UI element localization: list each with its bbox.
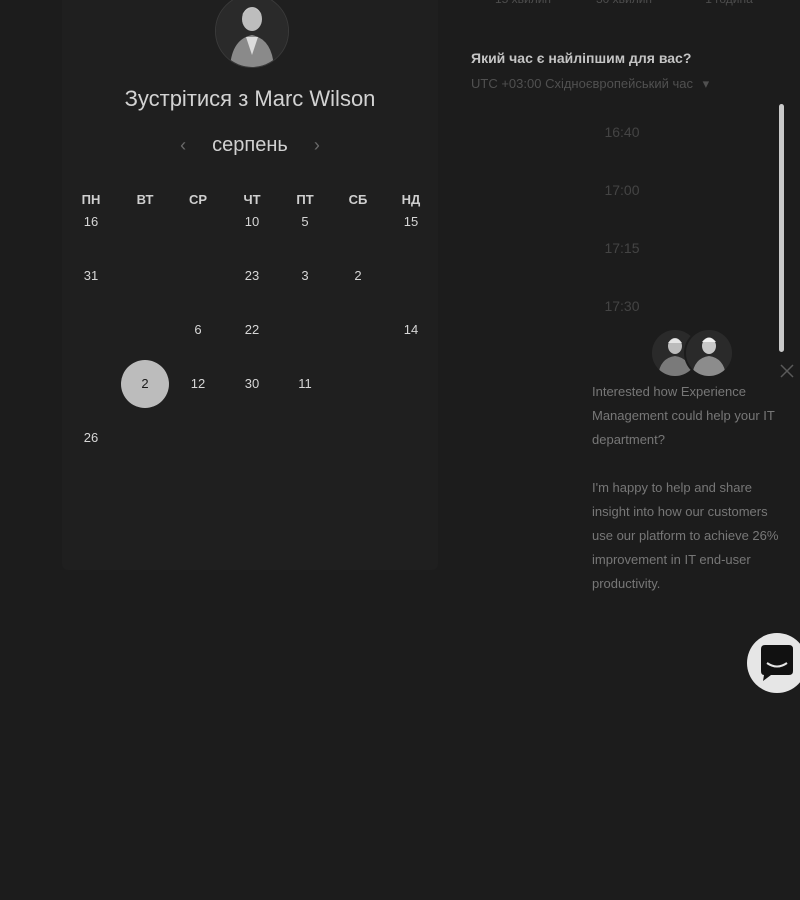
calendar-day[interactable]: 30 — [232, 374, 272, 394]
calendar-day — [125, 320, 165, 340]
calendar-day — [338, 428, 378, 448]
calendar-day[interactable]: 16 — [71, 212, 111, 232]
chat-launcher-button[interactable] — [747, 633, 800, 693]
calendar-day — [125, 212, 165, 232]
weekday-label: НД — [401, 192, 421, 207]
calendar-day — [178, 428, 218, 448]
calendar-day[interactable]: 5 — [285, 212, 325, 232]
calendar-day — [285, 320, 325, 340]
calendar-day — [178, 212, 218, 232]
time-slot[interactable]: 17:15 — [562, 240, 682, 256]
duration-tab[interactable]: 30 хвилин — [584, 0, 664, 6]
calendar-day — [338, 212, 378, 232]
slot-scrollbar[interactable] — [779, 104, 784, 352]
month-label: серпень — [212, 133, 288, 156]
time-slot[interactable]: 17:30 — [562, 298, 682, 314]
time-slot[interactable]: 16:40 — [562, 124, 682, 140]
calendar-day — [338, 374, 378, 394]
calendar-day — [232, 428, 272, 448]
agent-avatars — [650, 328, 740, 378]
calendar-day[interactable]: 11 — [285, 374, 325, 394]
calendar-day[interactable]: 10 — [232, 212, 272, 232]
calendar-day[interactable]: 22 — [232, 320, 272, 340]
weekday-label: СР — [188, 192, 208, 207]
calendar-day — [178, 266, 218, 286]
agent-avatar — [684, 328, 734, 378]
calendar-day[interactable]: 6 — [178, 320, 218, 340]
calendar-day[interactable]: 23 — [232, 266, 272, 286]
duration-tab[interactable]: 15 хвилин — [483, 0, 563, 6]
timezone-selector[interactable]: UTC +03:00 Східноєвропейський час ▾ — [471, 76, 709, 92]
calendar-day[interactable]: 12 — [178, 374, 218, 394]
selected-day[interactable]: 2 — [121, 360, 169, 408]
calendar-day[interactable]: 15 — [391, 212, 431, 232]
calendar-day — [391, 266, 431, 286]
time-slot[interactable]: 17:00 — [562, 182, 682, 198]
weekday-label: СБ — [348, 192, 368, 207]
calendar-day — [391, 428, 431, 448]
chevron-down-icon: ▾ — [702, 76, 710, 91]
close-icon[interactable] — [778, 362, 796, 380]
calendar-day[interactable]: 31 — [71, 266, 111, 286]
weekday-label: ЧТ — [243, 192, 261, 207]
chat-paragraph: Interested how Experience Management cou… — [592, 384, 775, 447]
chat-paragraph: I'm happy to help and share insight into… — [592, 480, 779, 591]
calendar-day — [338, 320, 378, 340]
calendar-day[interactable]: 2 — [338, 266, 378, 286]
calendar-day — [71, 374, 111, 394]
weekday-label: ПН — [81, 192, 101, 207]
meeting-title: Зустрітися з Marc Wilson — [124, 86, 376, 111]
chat-bubble-icon — [761, 645, 793, 681]
calendar-day[interactable]: 26 — [71, 428, 111, 448]
calendar-day[interactable]: 3 — [285, 266, 325, 286]
duration-tab[interactable]: 1 година — [689, 0, 769, 6]
weekday-label: ВТ — [136, 192, 154, 207]
calendar-day — [71, 320, 111, 340]
calendar-day — [125, 266, 165, 286]
weekday-label: ПТ — [296, 192, 314, 207]
chat-message: Interested how Experience Management cou… — [592, 380, 792, 620]
chevron-left-icon[interactable]: ‹ — [180, 135, 186, 156]
month-navigation: ‹ серпень › — [62, 132, 438, 158]
chevron-right-icon[interactable]: › — [314, 135, 320, 156]
calendar-day — [391, 374, 431, 394]
calendar-day — [285, 428, 325, 448]
calendar-day — [125, 428, 165, 448]
timezone-label: UTC +03:00 Східноєвропейський час — [471, 76, 693, 91]
calendar-day[interactable]: 14 — [391, 320, 431, 340]
time-question: Який час є найліпшим для вас? — [471, 50, 692, 66]
